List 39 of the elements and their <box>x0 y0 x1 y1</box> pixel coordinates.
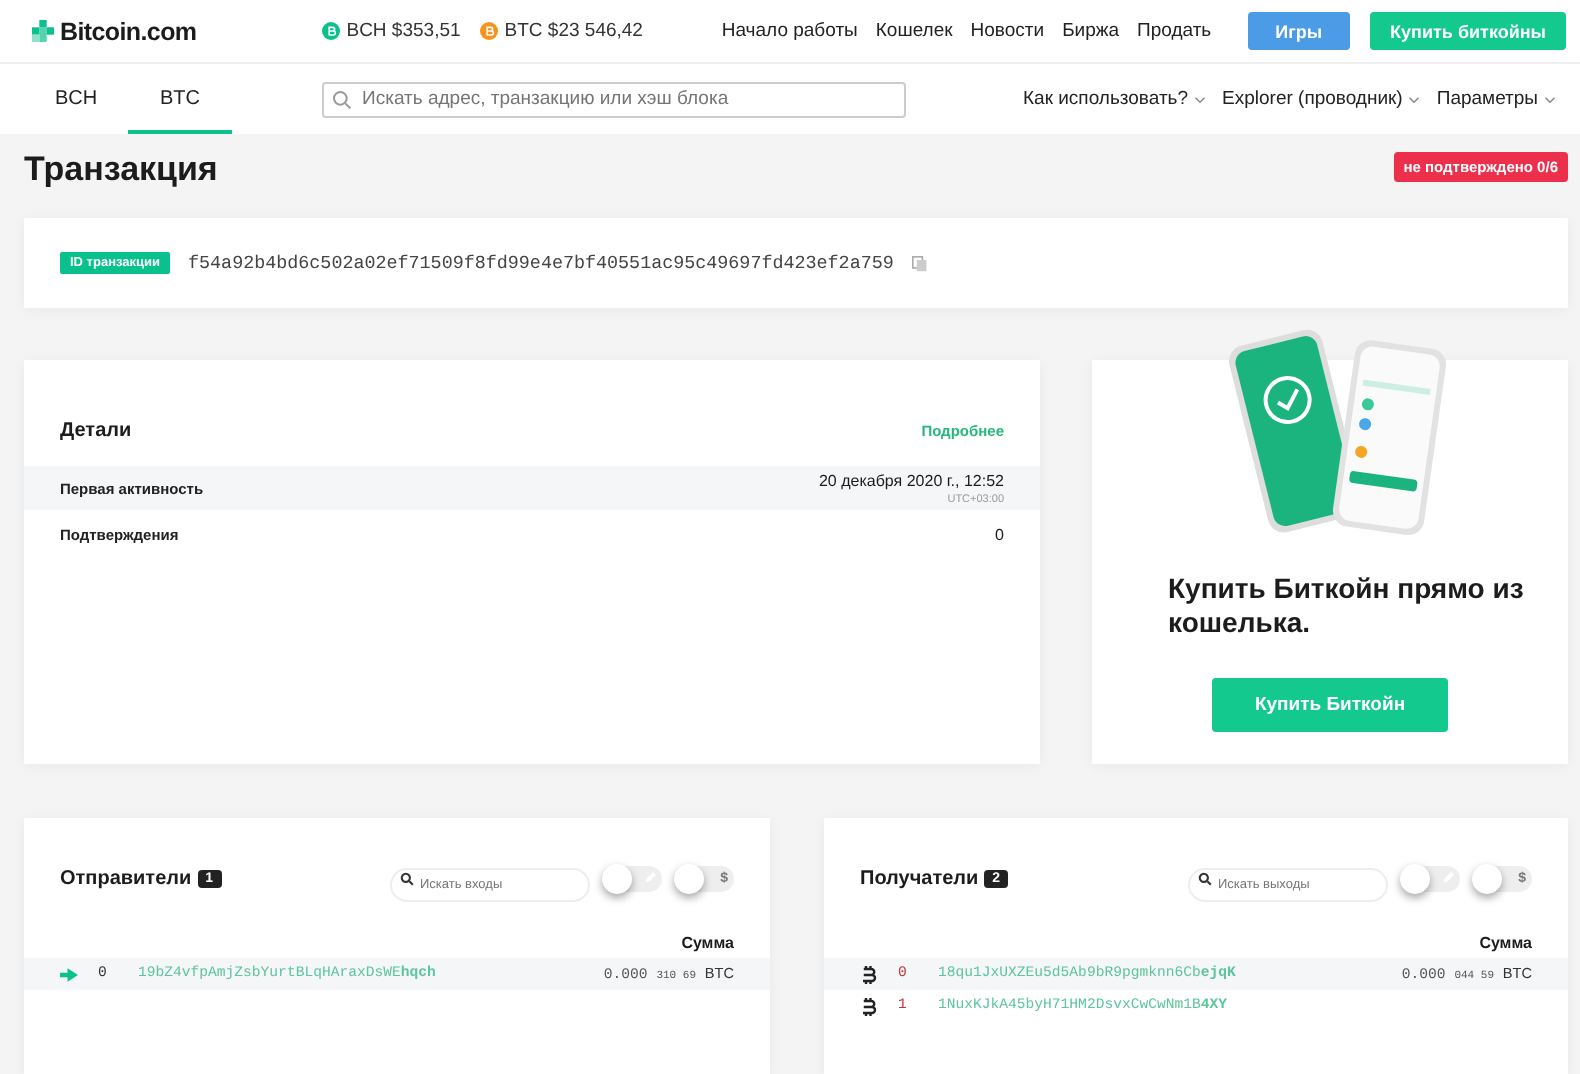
arrow-icon <box>60 965 78 983</box>
copy-icon[interactable] <box>911 255 928 271</box>
price-text: BTC $23 546,42 <box>504 20 643 42</box>
chevron-down-icon <box>1544 95 1556 103</box>
bitcoin-icon <box>860 965 878 983</box>
nav-link[interactable]: Новости <box>970 20 1045 42</box>
price-text: BCH $353,51 <box>346 20 461 42</box>
nav-link[interactable]: Кошелек <box>875 20 953 42</box>
search-icon <box>1198 871 1212 885</box>
nav-link[interactable]: Биржа <box>1062 20 1120 42</box>
coin-tab[interactable]: BCH <box>24 64 128 134</box>
chevron-down-icon <box>1408 95 1421 103</box>
nav-link[interactable]: Продать <box>1137 20 1212 42</box>
column-header: Сумма <box>1479 934 1532 952</box>
search-icon <box>400 871 414 885</box>
coin-tab[interactable]: BTC <box>128 64 232 134</box>
detail-value: 0 <box>995 525 1004 543</box>
logo-text[interactable]: Bitcoin.com <box>60 17 197 45</box>
nav-link[interactable]: Начало работы <box>721 20 858 42</box>
logo-icon <box>32 20 54 42</box>
dropdown-menu[interactable]: Параметры <box>1436 88 1556 110</box>
toggle-switch[interactable] <box>1400 865 1460 891</box>
detail-value: 20 декабря 2020 г., 12:52 <box>818 472 1004 490</box>
coin-icon <box>480 22 499 40</box>
column-header: Сумма <box>681 934 734 952</box>
toggle-switch[interactable] <box>602 865 662 891</box>
details-title: Детали <box>60 420 132 442</box>
coin-icon <box>322 22 341 40</box>
section-title: Получатели <box>860 867 979 889</box>
page-title: Транзакция <box>24 150 218 190</box>
promo-headline: Купить Биткойн прямо из кошелька. <box>1168 572 1526 640</box>
txid-hash: f54a92b4bd6c502a02ef71509f8fd99e4e7bf40551ac95c49697fd423ef2a759 <box>188 252 894 274</box>
dropdown-menu[interactable]: Как использовать? <box>1023 88 1207 110</box>
search-icon <box>332 89 352 109</box>
dropdown-menu[interactable]: Explorer (проводник) <box>1222 88 1421 110</box>
chevron-down-icon <box>1194 95 1207 103</box>
bitcoin-icon <box>860 997 878 1015</box>
search-field[interactable]: Искать адрес, транзакцию или хэш блока <box>322 81 906 117</box>
section-title: Отправители <box>60 867 192 889</box>
